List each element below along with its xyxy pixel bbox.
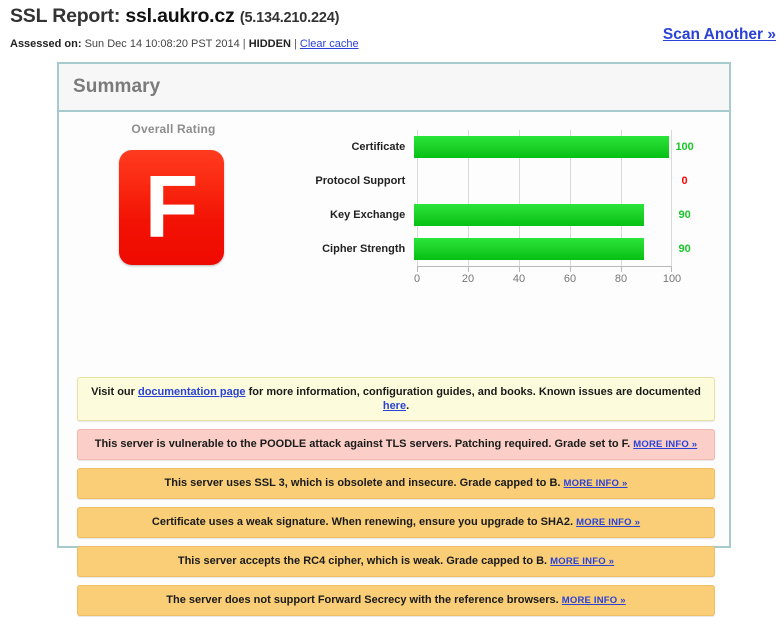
more-info-link[interactable]: MORE INFO » bbox=[550, 556, 614, 567]
score-bar-chart: Certificate 100 Protocol Support 0 Key Excha… bbox=[307, 130, 707, 370]
page-title: SSL Report: ssl.aukro.cz (5.134.210.224) bbox=[10, 4, 770, 30]
chart-axis-tick bbox=[570, 267, 571, 272]
notice-danger: This server is vulnerable to the POODLE … bbox=[77, 429, 715, 460]
chart-axis-tick bbox=[468, 267, 469, 272]
summary-panel-body: Overall Rating F Certificate 100 Protocol … bbox=[59, 112, 729, 616]
page-header: SSL Report: ssl.aukro.cz (5.134.210.224)… bbox=[10, 4, 770, 51]
chart-axis-tick bbox=[671, 267, 672, 272]
more-info-link[interactable]: MORE INFO » bbox=[562, 595, 626, 606]
summary-title: Summary bbox=[73, 76, 161, 97]
chart-value-label: 0 bbox=[681, 175, 688, 187]
notice-text: This server accepts the RC4 cipher, whic… bbox=[177, 555, 551, 567]
notice-text: Certificate uses a weak signature. When … bbox=[151, 516, 577, 528]
grade-letter: F bbox=[144, 156, 199, 256]
chart-value-label: 90 bbox=[678, 243, 691, 255]
chart-row: Cipher Strength 90 bbox=[307, 232, 707, 266]
summary-panel-header: Summary bbox=[59, 64, 729, 112]
chart-bar bbox=[414, 136, 670, 158]
notice-warn: This server accepts the RC4 cipher, whic… bbox=[77, 546, 715, 577]
more-info-link[interactable]: MORE INFO » bbox=[633, 439, 697, 450]
chart-bar bbox=[414, 204, 644, 226]
notice-text: . bbox=[406, 400, 410, 412]
chart-bar-track bbox=[414, 232, 662, 266]
notice-info: Visit our documentation page for more in… bbox=[77, 377, 715, 421]
chart-axis-tick-label: 20 bbox=[461, 273, 475, 285]
notice-text: This server uses SSL 3, which is obsolet… bbox=[164, 477, 564, 489]
notice-list: Visit our documentation page for more in… bbox=[77, 377, 715, 624]
notice-text: for more information, configuration guid… bbox=[245, 386, 701, 398]
assessed-on-value: Sun Dec 14 10:08:20 PST 2014 bbox=[84, 38, 240, 50]
notice-text: This server is vulnerable to the POODLE … bbox=[94, 438, 634, 450]
assessed-on-label: Assessed on: bbox=[10, 38, 82, 50]
chart-category-label: Key Exchange bbox=[330, 209, 406, 221]
hidden-flag: HIDDEN bbox=[248, 38, 291, 50]
scan-another-link[interactable]: Scan Another » bbox=[663, 26, 776, 44]
chart-rows: Certificate 100 Protocol Support 0 Key Excha… bbox=[307, 130, 707, 266]
chart-x-axis: 0 20 40 60 80 100 bbox=[413, 266, 681, 289]
chart-bar-track bbox=[414, 198, 662, 232]
overall-rating-label: Overall Rating bbox=[131, 122, 216, 136]
summary-panel: Summary Overall Rating F Certificate 100 P… bbox=[57, 62, 731, 616]
chart-bar bbox=[414, 238, 644, 260]
report-title-prefix: SSL Report: bbox=[10, 5, 121, 27]
chart-axis-tick-label: 100 bbox=[662, 273, 682, 285]
notice-warn: Certificate uses a weak signature. When … bbox=[77, 507, 715, 538]
report-ip-address: (5.134.210.224) bbox=[239, 10, 340, 26]
chart-bar-track bbox=[414, 164, 662, 198]
clear-cache-link[interactable]: Clear cache bbox=[300, 38, 359, 50]
chart-category-label: Certificate bbox=[351, 141, 406, 153]
chart-row: Key Exchange 90 bbox=[307, 198, 707, 232]
overall-rating-block: Overall Rating F bbox=[116, 122, 231, 265]
chart-axis-tick bbox=[519, 267, 520, 272]
chart-axis-tick-label: 60 bbox=[563, 273, 577, 285]
separator-2: | bbox=[293, 38, 297, 50]
chart-category-label: Cipher Strength bbox=[322, 243, 406, 255]
chart-category-label: Protocol Support bbox=[315, 175, 406, 187]
notice-text: The server does not support Forward Secr… bbox=[166, 594, 562, 606]
notice-warn: The server does not support Forward Secr… bbox=[77, 585, 715, 616]
chart-axis-tick-label: 40 bbox=[512, 273, 526, 285]
assessment-line: Assessed on: Sun Dec 14 10:08:20 PST 201… bbox=[10, 37, 770, 51]
chart-row: Protocol Support 0 bbox=[307, 164, 707, 198]
chart-value-label: 90 bbox=[678, 209, 691, 221]
report-hostname: ssl.aukro.cz bbox=[125, 5, 235, 27]
notice-text: Visit our bbox=[91, 386, 138, 398]
notice-link[interactable]: documentation page bbox=[138, 386, 246, 398]
separator-1: | bbox=[242, 38, 246, 50]
chart-axis-tick-label: 80 bbox=[614, 273, 628, 285]
chart-bar-track bbox=[414, 130, 670, 164]
chart-axis-tick-label: 0 bbox=[413, 273, 421, 285]
chart-axis-tick bbox=[417, 267, 418, 272]
chart-row: Certificate 100 bbox=[307, 130, 707, 164]
chart-axis-tick bbox=[621, 267, 622, 272]
notice-link[interactable]: here bbox=[383, 400, 406, 412]
notice-warn: This server uses SSL 3, which is obsolet… bbox=[77, 468, 715, 499]
more-info-link[interactable]: MORE INFO » bbox=[564, 478, 628, 489]
more-info-link[interactable]: MORE INFO » bbox=[576, 517, 640, 528]
grade-badge: F bbox=[119, 150, 224, 265]
